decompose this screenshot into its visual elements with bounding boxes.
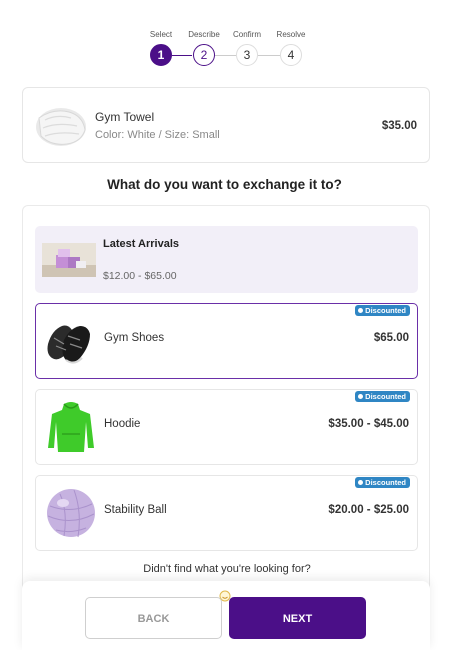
- exchange-question-heading: What do you want to exchange it to?: [107, 177, 342, 192]
- gym-towel-image: [36, 108, 86, 146]
- step-label-confirm: Confirm: [232, 30, 261, 39]
- step-2-circle: 2: [193, 44, 215, 66]
- original-item-name: Gym Towel: [95, 110, 155, 124]
- original-item-card: Gym Towel Color: White / Size: Small $35…: [22, 87, 430, 163]
- back-button[interactable]: BACK: [85, 597, 222, 639]
- product-name: Stability Ball: [104, 504, 167, 516]
- stability-ball-image: [47, 489, 95, 538]
- product-name: Hoodie: [104, 418, 141, 430]
- discount-badge: Discounted: [355, 477, 410, 488]
- step-1-circle: 1: [150, 44, 172, 66]
- discount-badge: Discounted: [355, 305, 410, 316]
- product-option-stability-ball[interactable]: Discounted Stability Ball $20.00 - $25.0…: [35, 475, 418, 551]
- product-option-gym-shoes[interactable]: Discounted Gym Shoes $65.00: [35, 303, 418, 379]
- exchange-options-panel: Latest Arrivals $12.00 - $65.00 Discount…: [22, 205, 430, 605]
- product-price: $35.00 - $45.00: [328, 418, 409, 430]
- product-price: $20.00 - $25.00: [328, 504, 409, 516]
- not-found-link[interactable]: Didn't find what you're looking for?: [23, 563, 431, 575]
- product-name: Gym Shoes: [104, 332, 165, 344]
- step-connector: [215, 55, 236, 56]
- badge-dot-icon: [358, 394, 364, 399]
- step-3-circle: 3: [236, 44, 258, 66]
- badge-dot-icon: [358, 308, 364, 313]
- latest-arrivals-price-range: $12.00 - $65.00: [103, 270, 177, 282]
- step-connector: [258, 55, 280, 56]
- latest-arrivals-option[interactable]: Latest Arrivals $12.00 - $65.00: [35, 226, 418, 293]
- latest-arrivals-image: [42, 243, 96, 277]
- next-button[interactable]: NEXT: [229, 597, 366, 639]
- footer-action-bar: BACK NEXT: [22, 581, 430, 650]
- step-4-circle: 4: [280, 44, 302, 66]
- gym-shoes-image: [47, 325, 90, 364]
- step-label-resolve: Resolve: [276, 30, 306, 39]
- original-item-variant: Color: White / Size: Small: [95, 129, 220, 141]
- discount-badge: Discounted: [355, 391, 410, 402]
- product-price: $65.00: [373, 332, 409, 344]
- step-connector: [172, 55, 192, 56]
- original-item-price: $35.00: [381, 120, 417, 132]
- badge-dot-icon: [358, 480, 364, 485]
- progress-stepper: Select Describe Confirm Resolve 1 2 3 4: [0, 30, 449, 70]
- hoodie-image: [48, 402, 94, 452]
- latest-arrivals-title: Latest Arrivals: [103, 238, 180, 250]
- product-option-hoodie[interactable]: Discounted Hoodie $35.00 - $45.00: [35, 389, 418, 465]
